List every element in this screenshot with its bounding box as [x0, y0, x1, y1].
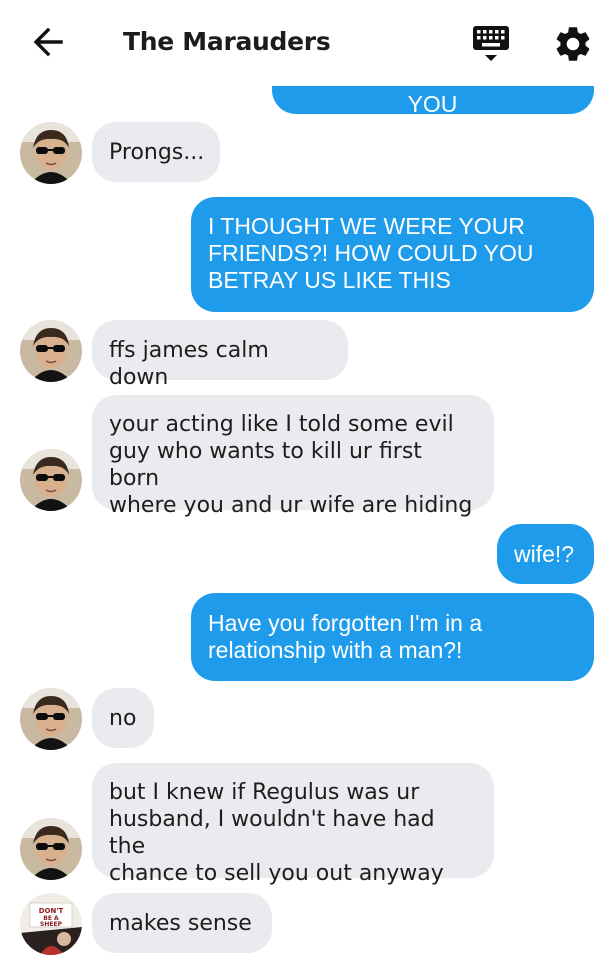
gear-icon: [556, 27, 590, 61]
avatar-sunglasses-icon: [20, 122, 82, 184]
avatar[interactable]: [20, 122, 82, 184]
chat-header: The Marauders: [0, 0, 614, 86]
avatar[interactable]: DON'T BE A SHEEP: [20, 893, 82, 955]
avatar[interactable]: [20, 449, 82, 511]
incoming-message[interactable]: Prongs...: [92, 122, 220, 182]
message-list[interactable]: WORMY HOW COULD YOU Prongs... I THOUGHT …: [0, 0, 614, 960]
chat-title: The Marauders: [123, 27, 331, 56]
back-button[interactable]: [28, 22, 68, 62]
arrow-left-icon: [33, 27, 63, 57]
incoming-message[interactable]: no: [92, 688, 154, 748]
outgoing-message[interactable]: Have you forgotten I'm in a relationship…: [191, 593, 594, 681]
incoming-message[interactable]: makes sense: [92, 893, 272, 953]
incoming-message[interactable]: your acting like I told some evil guy wh…: [92, 395, 494, 518]
avatar[interactable]: [20, 688, 82, 750]
incoming-message[interactable]: but I knew if Regulus was ur husband, I …: [92, 763, 494, 886]
outgoing-message[interactable]: wife!?: [497, 524, 594, 584]
keyboard-button[interactable]: [470, 24, 512, 64]
outgoing-message[interactable]: I THOUGHT WE WERE YOUR FRIENDS?! HOW COU…: [191, 197, 594, 312]
svg-text:DON'T: DON'T: [39, 907, 64, 915]
settings-button[interactable]: [552, 23, 594, 65]
avatar[interactable]: [20, 818, 82, 880]
svg-text:SHEEP: SHEEP: [40, 921, 63, 928]
incoming-message[interactable]: ffs james calm down: [92, 320, 348, 390]
avatar[interactable]: [20, 320, 82, 382]
keyboard-icon: [473, 26, 509, 61]
